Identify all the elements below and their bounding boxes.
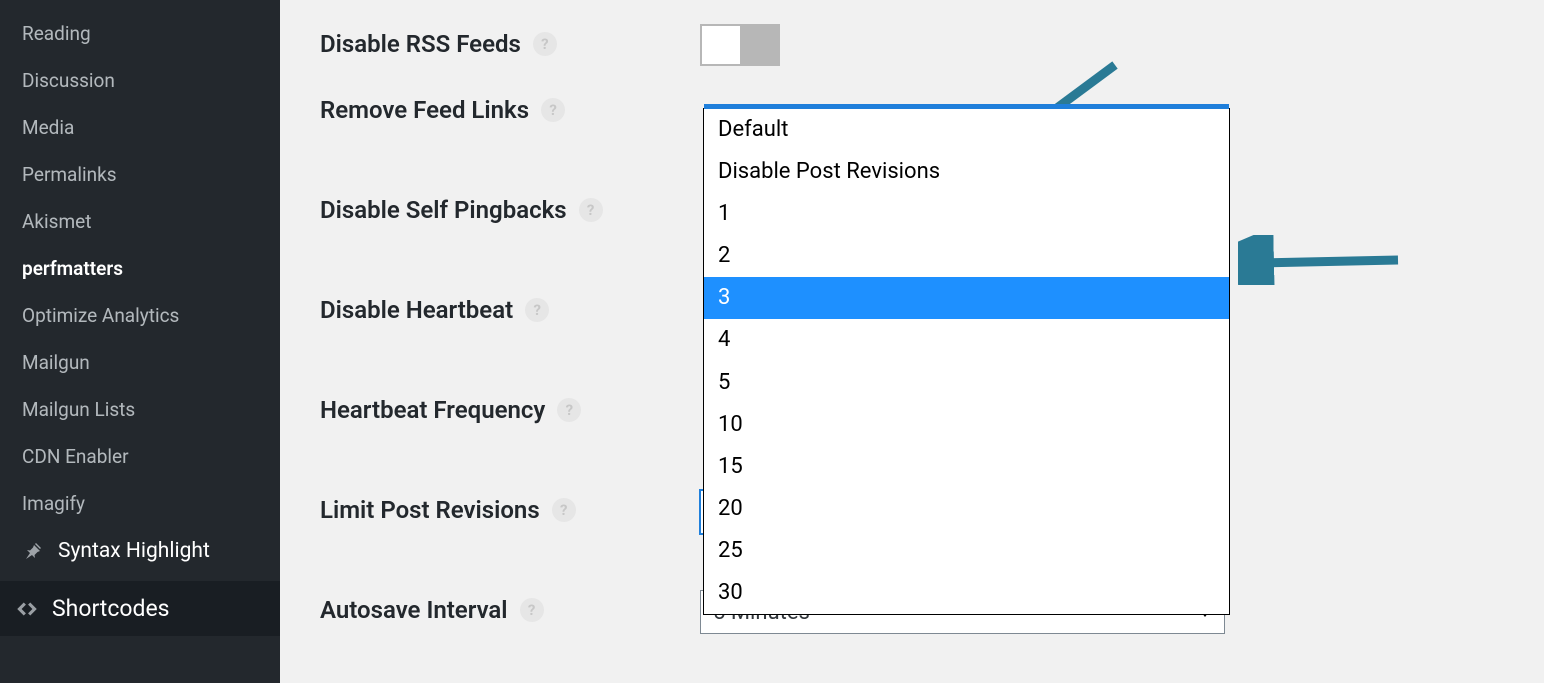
toggle-knob [702, 26, 740, 64]
label-text: Autosave Interval [320, 596, 508, 624]
dropdown-option-selected[interactable]: 3 [704, 277, 1229, 319]
field-label: Disable RSS Feeds ? [320, 24, 700, 58]
sidebar-item-label: perfmatters [22, 257, 123, 280]
sidebar-item-permalinks[interactable]: Permalinks [0, 151, 280, 198]
dropdown-option[interactable]: Default [704, 109, 1229, 151]
dropdown-option[interactable]: Disable Post Revisions [704, 151, 1229, 193]
option-label: 30 [718, 580, 743, 605]
label-text: Limit Post Revisions [320, 496, 540, 524]
field-control [700, 24, 1544, 66]
option-label: 15 [718, 454, 743, 479]
field-label: Heartbeat Frequency ? [320, 390, 700, 424]
sidebar-item-label: Reading [22, 22, 91, 45]
dropdown-option[interactable]: 1 [704, 193, 1229, 235]
sidebar-item-media[interactable]: Media [0, 104, 280, 151]
label-text: Disable Heartbeat [320, 296, 513, 324]
sidebar-item-label: Mailgun Lists [22, 398, 135, 421]
admin-sidebar: Reading Discussion Media Permalinks Akis… [0, 0, 280, 683]
toggle-disable-rss[interactable] [700, 24, 780, 66]
help-icon[interactable]: ? [579, 198, 603, 222]
sidebar-item-label: Syntax Highlight [58, 539, 210, 563]
option-label: 3 [718, 285, 730, 310]
sidebar-item-label: Optimize Analytics [22, 304, 179, 327]
help-icon[interactable]: ? [520, 598, 544, 622]
sidebar-item-label: Permalinks [22, 163, 117, 186]
sidebar-item-imagify[interactable]: Imagify [0, 480, 280, 527]
dropdown-option[interactable]: 20 [704, 488, 1229, 530]
dropdown-option[interactable]: 30 [704, 572, 1229, 614]
sidebar-item-label: Media [22, 116, 74, 139]
label-text: Disable Self Pingbacks [320, 196, 567, 224]
help-icon[interactable]: ? [552, 498, 576, 522]
help-icon[interactable]: ? [541, 98, 565, 122]
sidebar-item-mailgun[interactable]: Mailgun [0, 339, 280, 386]
sidebar-item-reading[interactable]: Reading [0, 10, 280, 57]
sidebar-submenu: Reading Discussion Media Permalinks Akis… [0, 0, 280, 581]
dropdown-option[interactable]: 5 [704, 362, 1229, 404]
sidebar-item-label: Shortcodes [52, 595, 170, 622]
sidebar-item-mailgun-lists[interactable]: Mailgun Lists [0, 386, 280, 433]
label-text: Heartbeat Frequency [320, 396, 545, 424]
help-icon[interactable]: ? [533, 32, 557, 56]
sidebar-item-perfmatters[interactable]: perfmatters [0, 245, 280, 292]
sidebar-item-discussion[interactable]: Discussion [0, 57, 280, 104]
sidebar-item-label: Imagify [22, 492, 85, 515]
field-label: Limit Post Revisions ? [320, 490, 700, 524]
option-label: 5 [718, 370, 730, 395]
sidebar-item-cdn-enabler[interactable]: CDN Enabler [0, 433, 280, 480]
sidebar-item-label: Akismet [22, 210, 91, 233]
dropdown-limit-post-revisions: Default Disable Post Revisions 1 2 3 4 5… [703, 108, 1230, 615]
sidebar-item-akismet[interactable]: Akismet [0, 198, 280, 245]
dropdown-option[interactable]: 10 [704, 404, 1229, 446]
help-icon[interactable]: ? [557, 398, 581, 422]
option-label: 4 [718, 327, 730, 352]
option-label: Disable Post Revisions [718, 159, 940, 184]
help-icon[interactable]: ? [525, 298, 549, 322]
sidebar-item-label: Discussion [22, 69, 115, 92]
field-label: Autosave Interval ? [320, 590, 700, 624]
option-label: 2 [718, 243, 730, 268]
sidebar-item-optimize-analytics[interactable]: Optimize Analytics [0, 292, 280, 339]
code-icon [14, 596, 40, 622]
dropdown-option[interactable]: 25 [704, 530, 1229, 572]
row-disable-rss: Disable RSS Feeds ? [320, 0, 1544, 90]
dropdown-option[interactable]: 4 [704, 319, 1229, 361]
label-text: Disable RSS Feeds [320, 30, 521, 58]
field-label: Remove Feed Links ? [320, 90, 700, 124]
sidebar-item-label: Mailgun [22, 351, 90, 374]
sidebar-item-shortcodes[interactable]: Shortcodes [0, 581, 280, 636]
dropdown-option[interactable]: 2 [704, 235, 1229, 277]
pushpin-icon [22, 539, 46, 563]
option-label: 20 [718, 496, 743, 521]
dropdown-option[interactable]: 15 [704, 446, 1229, 488]
option-label: 1 [718, 201, 730, 226]
field-label: Disable Self Pingbacks ? [320, 190, 700, 224]
sidebar-item-label: CDN Enabler [22, 445, 129, 468]
option-label: 25 [718, 538, 743, 563]
option-label: 10 [718, 412, 743, 437]
sidebar-item-syntax-highlight[interactable]: Syntax Highlight [0, 527, 280, 581]
label-text: Remove Feed Links [320, 96, 529, 124]
field-label: Disable Heartbeat ? [320, 290, 700, 324]
option-label: Default [718, 117, 788, 142]
